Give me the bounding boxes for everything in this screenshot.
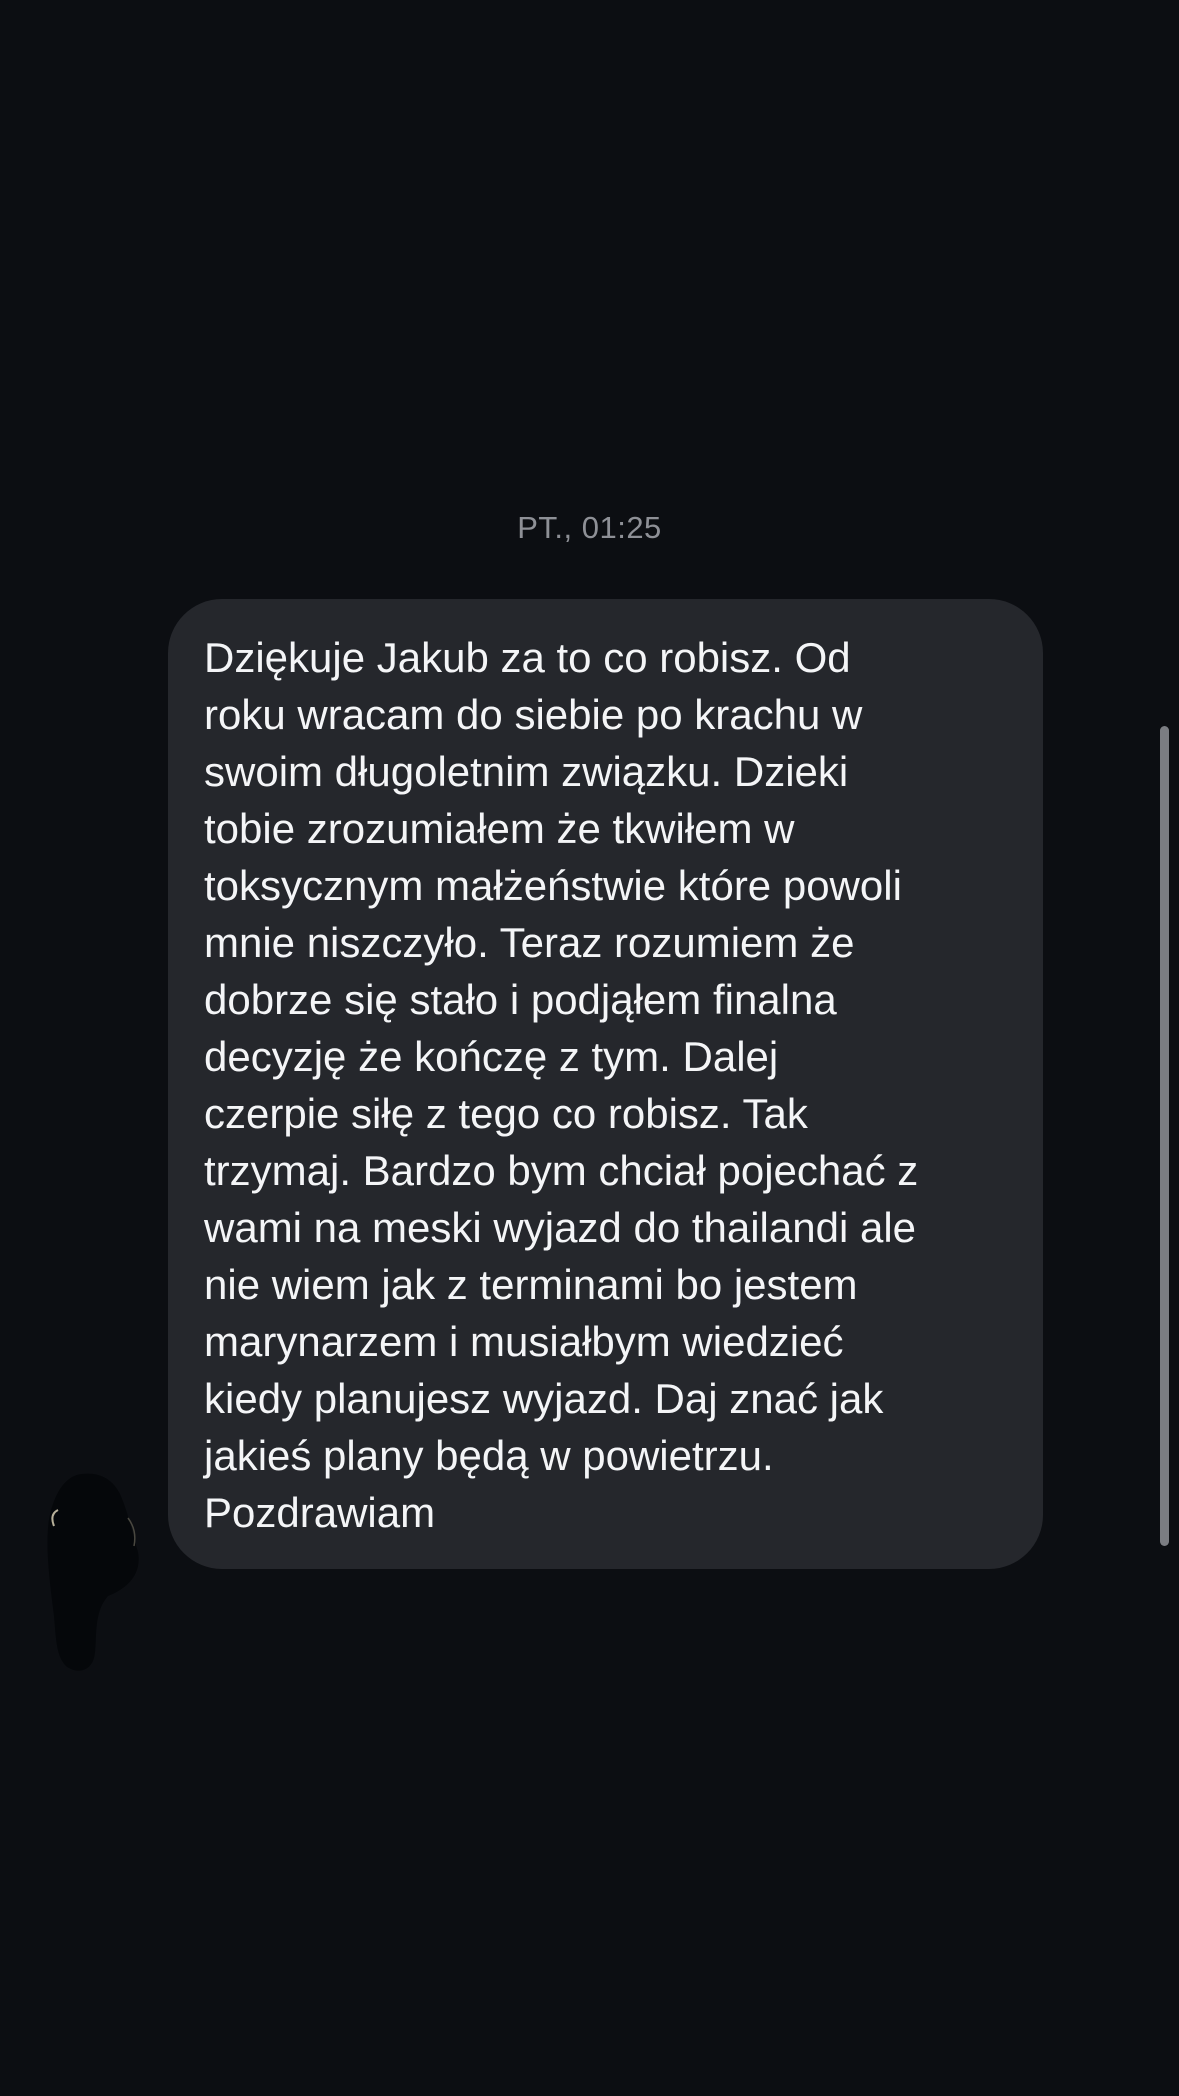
chat-screen[interactable]: PT., 01:25 Dziękuje Jakub za to co robis… — [0, 0, 1179, 2096]
scrollbar[interactable] — [1160, 726, 1169, 1546]
message-text: Dziękuje Jakub za to co robisz. Od roku … — [204, 634, 919, 1536]
scrollbar-thumb[interactable] — [1160, 726, 1169, 1546]
message-timestamp: PT., 01:25 — [517, 510, 662, 545]
message-bubble[interactable]: Dziękuje Jakub za to co robisz. Od roku … — [168, 599, 1043, 1569]
sender-avatar[interactable] — [44, 1466, 144, 1676]
avatar-icon — [47, 1473, 139, 1671]
